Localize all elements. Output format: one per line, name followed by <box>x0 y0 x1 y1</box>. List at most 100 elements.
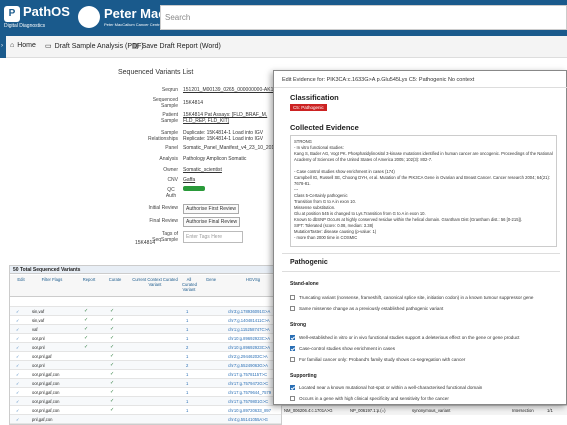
column-header[interactable]: HGVSg <box>228 277 278 282</box>
criterion-checkbox[interactable] <box>290 396 295 401</box>
home-button[interactable]: ⌂ Home <box>10 42 36 49</box>
curate-checkbox[interactable]: ✓ <box>110 397 122 406</box>
table-row[interactable]: ✓oor,pnl✓✓C4:Generic2PTENchr10:g.8969292… <box>10 343 281 352</box>
evidence-textarea[interactable]: STRONG - In vitro functional studies: Ka… <box>290 135 557 247</box>
edit-icon[interactable]: ✓ <box>16 325 28 334</box>
criterion-checkbox[interactable] <box>290 295 295 300</box>
table-row[interactable] <box>10 298 281 307</box>
curate-checkbox[interactable]: ✓ <box>110 307 122 316</box>
table-row[interactable]: ✓oor,pnl,gaf,con✓C1:Generic1TP53chr17:g.… <box>10 388 281 397</box>
toolbar: ⌂ Home ▭ Draft Sample Analysis (PDF) ▤ S… <box>0 36 567 58</box>
all-curated-cell[interactable]: 1 <box>186 316 196 325</box>
curate-checkbox[interactable]: ✓ <box>110 316 122 325</box>
criterion-row[interactable]: Case-control studies show enrichment in … <box>290 346 395 351</box>
all-curated-cell[interactable]: 1 <box>186 397 196 406</box>
criterion-row[interactable]: Truncating variant (nonsense, frameshift… <box>290 295 534 300</box>
column-header[interactable]: Edit <box>14 277 28 282</box>
all-curated-cell[interactable]: 1 <box>186 379 196 388</box>
table-row[interactable]: ✓oor,pnl✓C1:Generic2EGFRchr7:g.55249063G… <box>10 361 281 370</box>
all-curated-cell[interactable]: 1 <box>186 307 196 316</box>
edit-icon[interactable]: ✓ <box>16 316 28 325</box>
report-checkbox[interactable]: ✓ <box>84 307 96 316</box>
qc-status-badge[interactable] <box>183 186 205 191</box>
table-row[interactable]: ✓oor,pnl,gaf,con✓C1:Generic1PTENchr10:g.… <box>10 406 281 415</box>
all-curated-cell[interactable]: 1 <box>186 370 196 379</box>
edit-icon[interactable]: ✓ <box>16 379 28 388</box>
owner-link[interactable]: Somatic_scientist <box>183 167 222 173</box>
curate-checkbox[interactable]: ✓ <box>110 361 122 370</box>
column-header[interactable]: All Curated Variant <box>182 277 197 292</box>
criterion-row[interactable]: Located near a known mutational hot-spot… <box>290 385 482 390</box>
pathos-logo[interactable]: P PathOS Digital Diagnostics <box>4 4 72 32</box>
table-row[interactable]: ✓oor,pnl,gaf,con✓C1:Generic1TP53chr17:g.… <box>10 379 281 388</box>
table-row[interactable]: ✓sin,vaf✓✓C5:Generic1BRAFchr7:g.14048141… <box>10 316 281 325</box>
criterion-checkbox[interactable] <box>290 306 295 311</box>
all-curated-cell[interactable]: 1 <box>186 406 196 415</box>
edit-icon[interactable]: ✓ <box>16 361 28 370</box>
authorise-final-review-button[interactable]: Authorise Final Review <box>183 217 241 227</box>
column-header[interactable]: Curate <box>104 277 126 282</box>
seqrun-link[interactable]: 151201_M00139_0265_000000000-AK175 <box>183 87 279 93</box>
curate-checkbox[interactable]: ✓ <box>110 388 122 397</box>
all-curated-cell[interactable]: 2 <box>186 361 196 370</box>
report-checkbox[interactable]: ✓ <box>84 325 96 334</box>
curate-checkbox[interactable]: ✓ <box>110 370 122 379</box>
column-header[interactable]: Report <box>78 277 100 282</box>
criterion-checkbox[interactable] <box>290 385 295 390</box>
edit-icon[interactable]: ✓ <box>16 352 28 361</box>
classification-badge[interactable]: C5: Pathogenic <box>290 104 327 111</box>
criterion-row[interactable]: Occurs in a gene with high clinical spec… <box>290 396 449 401</box>
edit-icon[interactable]: ✓ <box>16 388 28 397</box>
all-curated-cell[interactable]: 1 <box>186 334 196 343</box>
all-curated-cell[interactable]: 2 <box>186 343 196 352</box>
edit-icon[interactable]: ✓ <box>16 307 28 316</box>
search-input[interactable]: Search <box>160 5 567 30</box>
criterion-checkbox[interactable] <box>290 357 295 362</box>
column-header[interactable]: Filter Flags <box>32 277 72 282</box>
draft-word-button[interactable]: ▤ Save Draft Report (Word) <box>132 42 221 51</box>
table-row[interactable]: ✓vaf✓✓C5:Generic1NRASchr1:g.115258747C>A <box>10 325 281 334</box>
criterion-row[interactable]: Same missense change as a previously est… <box>290 306 443 311</box>
edit-icon[interactable]: ✓ <box>16 415 28 424</box>
criterion-checkbox[interactable] <box>290 335 295 340</box>
column-header[interactable]: Current Context Curated Variant <box>130 277 180 287</box>
tags-input[interactable]: Enter Tags Here <box>183 231 243 243</box>
edit-icon[interactable]: ✓ <box>16 397 28 406</box>
table-row[interactable]: ✓oor,pnl,gaf,con✓C1:Generic1TP53chr17:g.… <box>10 397 281 406</box>
field-label: Owner <box>163 167 178 173</box>
table-row[interactable]: ✓sin,vaf✓✓C5:Generic1PIK3CAchr3:g.178936… <box>10 307 281 316</box>
curate-checkbox[interactable]: ✓ <box>110 406 122 415</box>
curate-checkbox[interactable]: ✓ <box>110 343 122 352</box>
edit-icon[interactable]: ✓ <box>16 370 28 379</box>
all-curated-cell[interactable]: 1 <box>186 325 196 334</box>
edit-icon[interactable]: ✓ <box>16 334 28 343</box>
hgvsg-link[interactable]: chr10:g.89720633_897 <box>228 406 281 415</box>
hgvsg-link[interactable]: chr4:g.55141055A>G <box>228 415 281 424</box>
all-curated-cell[interactable]: 1 <box>186 352 196 361</box>
report-checkbox[interactable]: ✓ <box>84 343 96 352</box>
report-checkbox[interactable]: ✓ <box>84 334 96 343</box>
curate-checkbox[interactable]: ✓ <box>110 334 122 343</box>
curate-checkbox[interactable]: ✓ <box>110 352 122 361</box>
curate-checkbox[interactable]: ✓ <box>110 379 122 388</box>
table-row[interactable]: ✓oor,pnl,gaf,con✓C1:Generic1TP53chr17:g.… <box>10 370 281 379</box>
report-checkbox[interactable]: ✓ <box>84 316 96 325</box>
criterion-row[interactable]: Well-established in vitro or in vivo fun… <box>290 335 519 340</box>
table-row[interactable]: ✓oor,pnl,gaf✓C1:Generic1ALKchr2:g.294462… <box>10 352 281 361</box>
column-header[interactable]: Gene <box>200 277 222 282</box>
draft-pdf-button[interactable]: ▭ Draft Sample Analysis (PDF) <box>45 42 144 51</box>
sidebar-toggle[interactable]: › <box>0 36 6 58</box>
pathogenic-heading: Pathogenic <box>290 259 328 266</box>
table-row[interactable]: ✓oor,pnl✓✓C5:Generic1PTENchr10:g.8969292… <box>10 334 281 343</box>
criterion-row[interactable]: For familial cancer only: Proband's fami… <box>290 357 465 362</box>
criterion-checkbox[interactable] <box>290 346 295 351</box>
edit-icon[interactable]: ✓ <box>16 406 28 415</box>
table-row[interactable]: ✓pnl,gaf,conUnclassified:GenericPDGFRAch… <box>10 415 281 424</box>
all-curated-cell[interactable]: 1 <box>186 388 196 397</box>
patient-sample-link[interactable]: 15K4814 Pat Assays: [FLD_BRAF_M, FLD_REP… <box>183 112 283 124</box>
criterion-label: Occurs in a gene with high clinical spec… <box>299 396 449 401</box>
authorise-first-review-button[interactable]: Authorise First Review <box>183 204 240 214</box>
curate-checkbox[interactable]: ✓ <box>110 325 122 334</box>
edit-icon[interactable]: ✓ <box>16 343 28 352</box>
cnv-link[interactable]: Gaffa <box>183 177 195 183</box>
